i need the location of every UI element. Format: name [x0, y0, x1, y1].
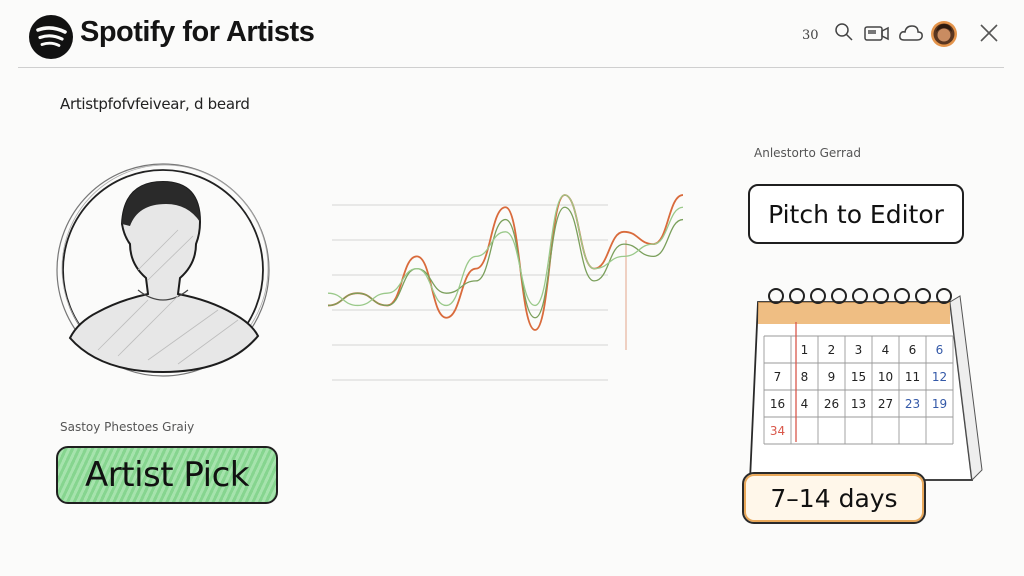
calendar-day: 2: [828, 343, 836, 357]
calendar-ring: [789, 288, 805, 304]
calendar-ring: [852, 288, 868, 304]
calendar-day: 1: [801, 343, 809, 357]
calendar-ring: [936, 288, 952, 304]
artist-pick-label: Artist Pick: [85, 455, 249, 495]
notification-count: 30: [802, 28, 819, 43]
performance-chart: [327, 194, 684, 381]
calendar-day: 16: [770, 397, 785, 411]
pitch-to-editor-label: Pitch to Editor: [768, 199, 944, 229]
search-icon[interactable]: [834, 22, 854, 42]
calendar-ring: [810, 288, 826, 304]
calendar-day: 7: [774, 370, 782, 384]
header-divider: [18, 67, 1004, 68]
calendar-header-band: [758, 302, 950, 324]
calendar-day: 13: [851, 397, 866, 411]
person-silhouette-icon: [56, 163, 270, 377]
chart-series-line: [327, 206, 684, 319]
cloud-icon[interactable]: [898, 22, 924, 44]
calendar-ring: [768, 288, 784, 304]
calendar-day: 6: [936, 343, 944, 357]
calendar-day: 19: [932, 397, 947, 411]
calendar-day: 12: [932, 370, 947, 384]
top-bar: Spotify for Artists 30: [0, 0, 1024, 68]
calendar-day: 34: [770, 424, 785, 438]
calendar-day: 27: [878, 397, 893, 411]
pitch-section-label: Anlestorto Gerrad: [754, 146, 861, 160]
calendar-day: 4: [882, 343, 890, 357]
spotify-logo-icon[interactable]: [28, 14, 74, 60]
artist-pick-button[interactable]: Artist Pick: [56, 446, 278, 504]
calendar-day: 9: [828, 370, 836, 384]
calendar-day: 3: [855, 343, 863, 357]
calendar-body: [749, 301, 974, 481]
brand-title: Spotify for Artists: [80, 16, 315, 48]
calendar-ring: [915, 288, 931, 304]
release-window-label: 7–14 days: [770, 483, 898, 513]
calendar-day: 8: [801, 370, 809, 384]
calendar-day: 23: [905, 397, 920, 411]
camera-icon[interactable]: [864, 22, 890, 44]
pitch-to-editor-button[interactable]: Pitch to Editor: [748, 184, 964, 244]
calendar-ring: [894, 288, 910, 304]
breadcrumb: Artistpfofvfeivear, d beard: [60, 95, 250, 113]
calendar-ring: [873, 288, 889, 304]
calendar-day: 15: [851, 370, 866, 384]
calendar-icon[interactable]: 1 2 3 4 6 67 8 9 15 10 11 1216 4 26 13 27 23 1934: [736, 282, 986, 502]
release-window-badge: 7–14 days: [742, 472, 926, 524]
artist-pick-section-label: Sastoy Phestoes Graiy: [60, 420, 195, 434]
calendar-day: 4: [801, 397, 809, 411]
calendar-ring: [831, 288, 847, 304]
close-icon[interactable]: [978, 22, 1000, 44]
calendar-day: 6: [909, 343, 917, 357]
artist-pick-card: Artist Pick: [50, 440, 290, 510]
calendar-day: 26: [824, 397, 839, 411]
chart-series-line: [327, 194, 684, 307]
avatar[interactable]: [930, 20, 958, 48]
calendar-day: 11: [905, 370, 920, 384]
pitch-card: Pitch to Editor: [740, 160, 980, 260]
calendar-day: 10: [878, 370, 893, 384]
